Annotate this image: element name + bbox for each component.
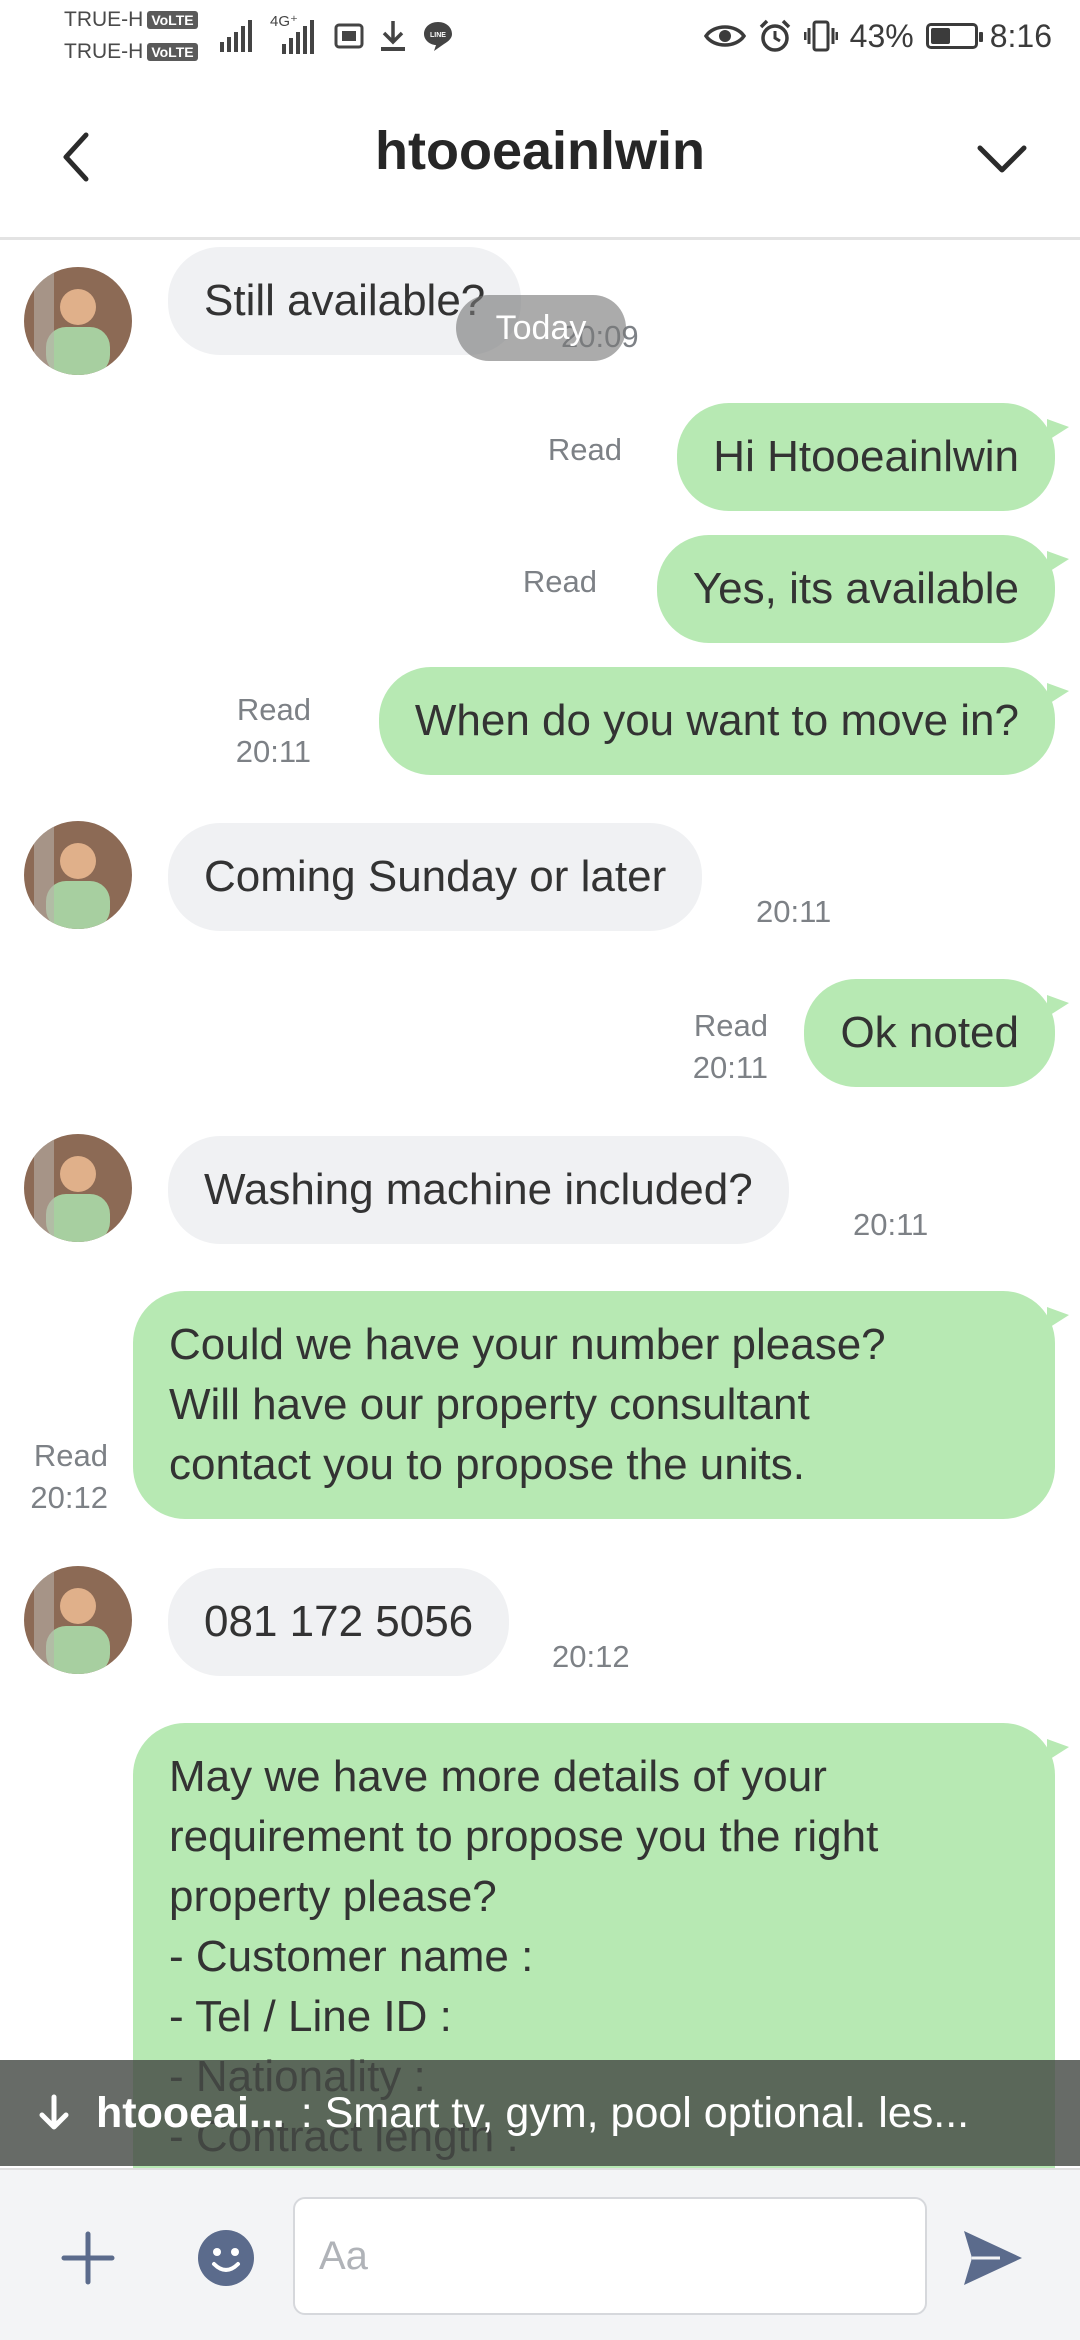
message-bubble-outgoing[interactable]: Hi Htooeainlwin xyxy=(677,403,1069,511)
message-time: 20:12 xyxy=(552,1639,630,1674)
message-bubble-incoming[interactable]: Washing machine included? xyxy=(168,1136,789,1244)
status-icons-left: 4G⁺ LINE xyxy=(220,13,454,56)
battery-percent: 43% xyxy=(849,17,914,54)
message-time: 20:11 xyxy=(756,894,832,929)
carrier-1: TRUE-H VoLTE xyxy=(64,8,198,32)
svg-text:LINE: LINE xyxy=(430,32,446,39)
chat-header: htooeainlwin xyxy=(0,75,1080,240)
message-time: 20:11 xyxy=(692,1050,768,1085)
message-list[interactable]: Still available? 20:09 Read Hi Htooeainl… xyxy=(0,243,1080,2168)
line-icon: LINE xyxy=(424,22,452,51)
message-bubble-outgoing[interactable]: Could we have your number please? Will h… xyxy=(133,1291,1069,1519)
message-bubble-outgoing[interactable]: Yes, its available xyxy=(656,535,1070,643)
read-status: Read xyxy=(236,692,311,727)
vibrate-icon xyxy=(803,20,838,52)
signal-4g-icon: 4G⁺ xyxy=(270,13,320,54)
read-status: Read xyxy=(547,432,622,467)
battery-icon xyxy=(925,23,983,49)
notification-text: : Smart tv, gym, pool optional. les... xyxy=(300,2088,970,2137)
avatar[interactable] xyxy=(24,821,132,929)
clock: 8:16 xyxy=(989,17,1052,54)
date-separator: Today xyxy=(456,295,626,361)
message-bubble-outgoing[interactable]: Ok noted xyxy=(804,979,1069,1087)
page-title: htooeainlwin xyxy=(375,121,705,181)
status-icons-right: 43% 8:16 xyxy=(703,14,1052,58)
volte-badge: VoLTE xyxy=(147,11,198,30)
send-icon[interactable] xyxy=(960,2225,1026,2291)
message-time: 20:12 xyxy=(30,1480,108,1515)
emoji-icon[interactable] xyxy=(196,2228,256,2288)
down-arrow-icon xyxy=(39,2094,69,2130)
chevron-down-icon[interactable] xyxy=(972,130,1032,190)
volte-badge-2: VoLTE xyxy=(147,43,198,62)
carrier-2: TRUE-H VoLTE xyxy=(64,40,198,64)
notification-sender: htooeai... xyxy=(96,2088,285,2137)
read-status: Read xyxy=(693,1008,768,1043)
carrier-1-label: TRUE-H xyxy=(64,8,144,31)
plus-icon[interactable] xyxy=(58,2228,118,2288)
message-time: 20:11 xyxy=(853,1207,929,1242)
message-bubble-incoming[interactable]: Coming Sunday or later xyxy=(168,823,703,931)
message-input[interactable] xyxy=(293,2197,927,2315)
message-bubble-outgoing[interactable]: When do you want to move in? xyxy=(378,667,1070,775)
status-bar: TRUE-H VoLTE TRUE-H VoLTE 4G⁺ LINE 43% 8… xyxy=(0,0,1080,75)
read-status: Read xyxy=(33,1438,108,1473)
new-message-notification[interactable]: htooeai... : Smart tv, gym, pool optiona… xyxy=(0,2060,1080,2166)
avatar[interactable] xyxy=(24,1134,132,1242)
signal-icon xyxy=(220,20,252,52)
eye-icon xyxy=(703,25,746,47)
composer-bar xyxy=(0,2168,1080,2340)
carrier-2-label: TRUE-H xyxy=(64,40,144,63)
download-arrow-icon xyxy=(381,21,405,51)
message-bubble-incoming[interactable]: 081 172 5056 xyxy=(168,1568,510,1676)
avatar[interactable] xyxy=(24,1566,132,1674)
sim-card-icon xyxy=(334,23,364,49)
message-time: 20:11 xyxy=(235,734,311,769)
alarm-icon xyxy=(759,19,790,52)
read-status: Read xyxy=(522,564,597,599)
avatar[interactable] xyxy=(24,267,132,375)
